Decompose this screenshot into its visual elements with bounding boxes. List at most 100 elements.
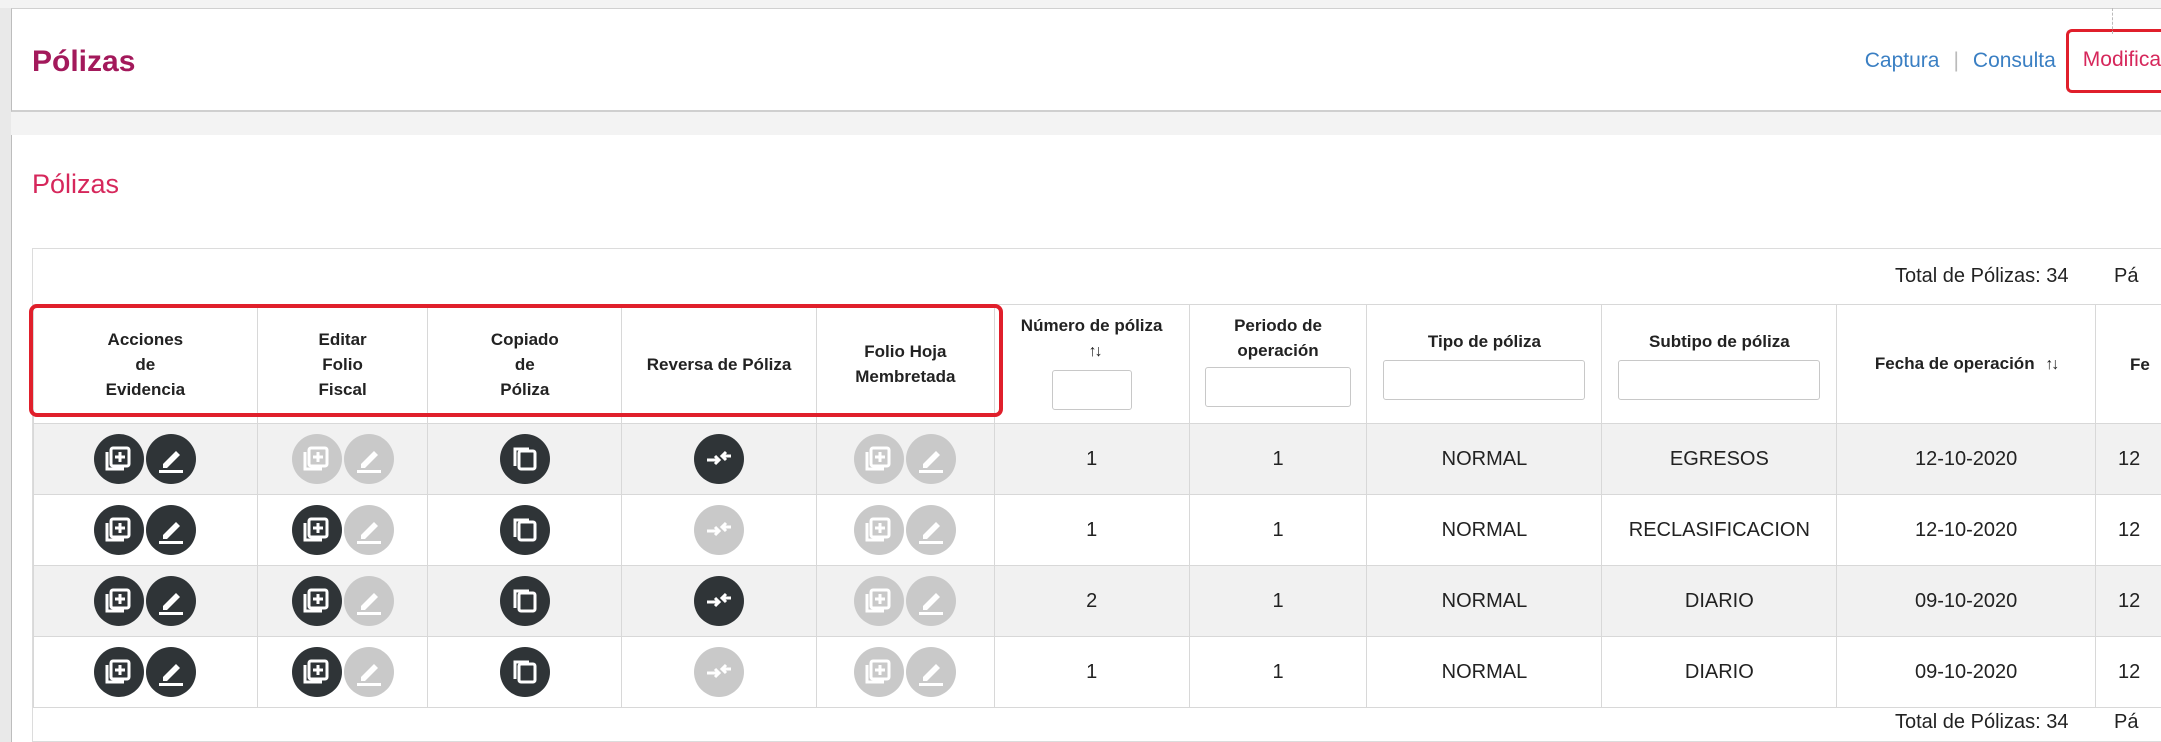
periodo-filter-input[interactable] (1205, 367, 1351, 407)
cell-editar-folio-fiscal (256, 494, 429, 566)
cell-tipo-poliza: NORMAL (1366, 636, 1603, 708)
edit-hoja-icon (906, 505, 957, 555)
polizas-table: Acciones de Evidencia Editar Folio Fisca… (33, 304, 2161, 708)
sort-arrows-icon[interactable]: ↑↓ (2045, 356, 2059, 373)
add-hoja-icon (854, 505, 905, 555)
cell-fecha-cut: 12 (2094, 423, 2161, 495)
nav-separator: | (1953, 49, 1959, 72)
cell-copiado-poliza (427, 494, 623, 566)
col-reversa-poliza: Reversa de Póliza (621, 304, 817, 424)
table-row: 2 1 NORMAL DIARIO 09-10-2020 12 (33, 565, 2161, 637)
cell-fecha-cut: 12 (2094, 494, 2161, 566)
add-hoja-icon (854, 434, 905, 484)
total-polizas-label: Total de Pólizas: 34 (1895, 711, 2069, 733)
add-evidence-icon[interactable] (94, 647, 145, 697)
reverse-icon[interactable] (694, 434, 745, 484)
edit-evidence-icon[interactable] (146, 647, 197, 697)
cell-tipo-poliza: NORMAL (1366, 423, 1603, 495)
total-polizas-bottom: Total de Pólizas: 34 Pá (1895, 711, 2138, 734)
cell-folio-hoja (815, 423, 995, 495)
edit-evidence-icon[interactable] (146, 576, 197, 626)
edit-folio-icon (343, 434, 394, 484)
cell-subtipo-poliza: EGRESOS (1601, 423, 1838, 495)
reverse-icon[interactable] (694, 576, 745, 626)
cell-reversa-poliza (621, 565, 817, 637)
cell-periodo: 1 (1188, 494, 1368, 566)
add-hoja-icon (854, 647, 905, 697)
table-row: 1 1 NORMAL EGRESOS 12-10-2020 12 (33, 423, 2161, 495)
cell-numero-poliza: 1 (993, 494, 1190, 566)
table-header-row: Acciones de Evidencia Editar Folio Fisca… (33, 304, 2161, 424)
edit-hoja-icon (906, 434, 957, 484)
cell-fecha-cut: 12 (2094, 636, 2161, 708)
add-evidence-icon[interactable] (94, 576, 145, 626)
cell-numero-poliza: 2 (993, 565, 1190, 637)
tipo-poliza-filter-input[interactable] (1383, 359, 1586, 400)
copy-icon[interactable] (499, 647, 550, 697)
cell-subtipo-poliza: RECLASIFICACION (1601, 494, 1838, 566)
copy-icon[interactable] (499, 576, 550, 626)
cell-editar-folio-fiscal (256, 636, 429, 708)
subtipo-poliza-filter-input[interactable] (1618, 359, 1821, 400)
col-fecha-operacion[interactable]: Fecha de operación ↑↓ (1836, 304, 2096, 424)
copy-icon[interactable] (499, 505, 550, 555)
cell-copiado-poliza (427, 636, 623, 708)
nav-captura-link[interactable]: Captura (1865, 49, 1940, 73)
edit-hoja-icon (906, 576, 957, 626)
reverse-icon (694, 647, 745, 697)
cell-acciones-evidencia (33, 565, 258, 637)
add-evidence-icon[interactable] (94, 434, 145, 484)
cell-folio-hoja (815, 636, 995, 708)
cell-editar-folio-fiscal (256, 423, 429, 495)
cell-copiado-poliza (427, 423, 623, 495)
col-periodo-operacion: Periodo de operación (1188, 304, 1368, 424)
add-folio-icon[interactable] (291, 647, 342, 697)
add-folio-icon[interactable] (291, 576, 342, 626)
total-polizas-label: Total de Pólizas: 34 (1895, 265, 2069, 287)
left-gutter (0, 8, 11, 742)
add-hoja-icon (854, 576, 905, 626)
col-tipo-poliza: Tipo de póliza (1366, 304, 1603, 424)
pagination-label: Pá (2114, 711, 2139, 733)
cell-reversa-poliza (621, 494, 817, 566)
total-polizas-top: Total de Pólizas: 34 Pá (1895, 265, 2138, 288)
cell-copiado-poliza (427, 565, 623, 637)
cell-subtipo-poliza: DIARIO (1601, 565, 1838, 637)
page-title: Pólizas (32, 45, 136, 78)
cell-acciones-evidencia (33, 423, 258, 495)
edit-evidence-icon[interactable] (146, 505, 197, 555)
copy-icon[interactable] (499, 434, 550, 484)
cell-fecha-operacion: 12-10-2020 (1836, 494, 2096, 566)
add-folio-icon (291, 434, 342, 484)
cell-folio-hoja (815, 494, 995, 566)
edit-folio-icon (343, 576, 394, 626)
add-evidence-icon[interactable] (94, 505, 145, 555)
edit-folio-icon (343, 505, 394, 555)
col-fecha-cut: Fe (2094, 304, 2161, 424)
nav-modifica-link[interactable]: Modifica (2065, 29, 2161, 93)
col-folio-hoja-membretada: Folio Hoja Membretada (815, 304, 995, 424)
col-numero-poliza[interactable]: Número de póliza ↑↓ (993, 304, 1190, 424)
edit-evidence-icon[interactable] (146, 434, 197, 484)
col-subtipo-poliza: Subtipo de póliza (1601, 304, 1838, 424)
cell-reversa-poliza (621, 636, 817, 708)
sort-arrows-icon[interactable]: ↑↓ (1089, 343, 1103, 360)
cell-periodo: 1 (1188, 636, 1368, 708)
cell-acciones-evidencia (33, 636, 258, 708)
cell-subtipo-poliza: DIARIO (1601, 636, 1838, 708)
numero-poliza-filter-input[interactable] (1051, 370, 1132, 410)
nav-consulta-link[interactable]: Consulta (1973, 49, 2056, 73)
reverse-icon (694, 505, 745, 555)
cell-periodo: 1 (1188, 423, 1368, 495)
divider (2112, 8, 2114, 34)
table-row: 1 1 NORMAL DIARIO 09-10-2020 12 (33, 636, 2161, 708)
page-header: Pólizas Captura | Consulta Modifica (11, 8, 2161, 112)
add-folio-icon[interactable] (291, 505, 342, 555)
col-copiado-poliza: Copiado de Póliza (427, 304, 623, 424)
pagination-label: Pá (2114, 265, 2139, 287)
cell-reversa-poliza (621, 423, 817, 495)
cell-fecha-operacion: 12-10-2020 (1836, 423, 2096, 495)
cell-editar-folio-fiscal (256, 565, 429, 637)
section-title: Pólizas (32, 169, 120, 199)
cell-numero-poliza: 1 (993, 423, 1190, 495)
